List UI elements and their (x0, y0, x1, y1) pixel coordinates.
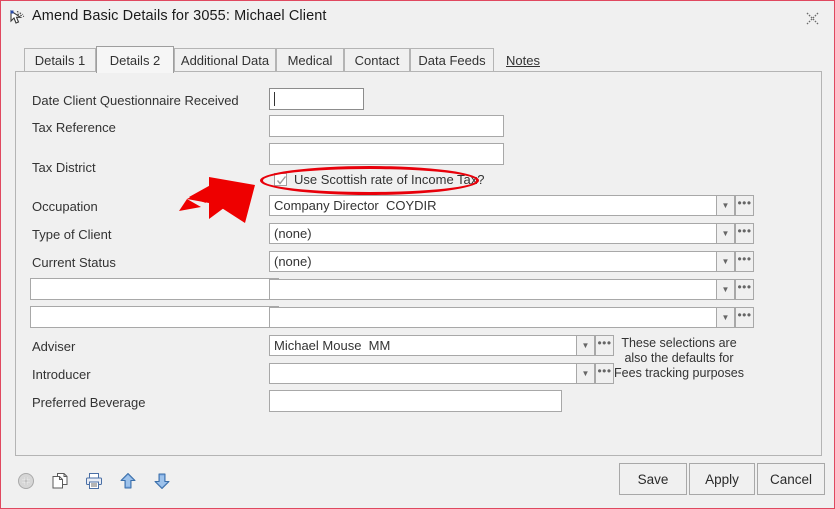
label-tax-district: Tax District (32, 160, 96, 175)
adviser-dropdown-icon[interactable]: ▼ (576, 335, 595, 356)
custom-value-1[interactable] (269, 279, 717, 300)
move-down-icon[interactable] (151, 470, 173, 492)
label-adviser: Adviser (32, 339, 75, 354)
label-type-of-client: Type of Client (32, 227, 112, 242)
custom-1-ellipsis-button[interactable]: ••• (735, 279, 754, 300)
hint-line-2: also the defaults for (604, 351, 754, 366)
chevron-down-icon: ▼ (722, 313, 730, 322)
custom-label-1-input[interactable] (30, 278, 279, 300)
tab-label: Notes (506, 53, 540, 68)
tab-details-1[interactable]: Details 1 (24, 48, 96, 72)
chevron-down-icon: ▼ (582, 341, 590, 350)
save-button-label: Save (638, 472, 669, 487)
window-title: Amend Basic Details for 3055: Michael Cl… (32, 8, 327, 24)
tab-label: Medical (288, 53, 333, 68)
type-of-client-ellipsis-button[interactable]: ••• (735, 223, 754, 244)
tax-reference-input[interactable] (269, 115, 504, 137)
introducer-dropdown-icon[interactable]: ▼ (576, 363, 595, 384)
occupation-ellipsis-button[interactable]: ••• (735, 195, 754, 216)
label-occupation: Occupation (32, 199, 98, 214)
tab-contact[interactable]: Contact (344, 48, 410, 72)
label-tax-reference: Tax Reference (32, 120, 116, 135)
custom-2-ellipsis-button[interactable]: ••• (735, 307, 754, 328)
move-up-icon[interactable] (117, 470, 139, 492)
adviser-value[interactable]: Michael Mouse MM (269, 335, 577, 356)
custom-1-dropdown-icon[interactable]: ▼ (716, 279, 735, 300)
apply-button[interactable]: Apply (689, 463, 755, 495)
current-status-combo[interactable]: (none) ▼ ••• (269, 251, 737, 272)
chevron-down-icon: ▼ (722, 285, 730, 294)
tab-medical[interactable]: Medical (276, 48, 344, 72)
custom-value-1-combo[interactable]: ▼ ••• (269, 279, 737, 300)
current-status-ellipsis-button[interactable]: ••• (735, 251, 754, 272)
chevron-down-icon: ▼ (722, 229, 730, 238)
title-bar: Amend Basic Details for 3055: Michael Cl… (2, 2, 835, 34)
hint-line-3: Fees tracking purposes (604, 366, 754, 381)
type-of-client-value[interactable]: (none) (269, 223, 717, 244)
tab-label: Details 2 (110, 53, 161, 68)
details-2-panel: Date Client Questionnaire Received Tax R… (15, 71, 822, 456)
amend-basic-details-window: Amend Basic Details for 3055: Michael Cl… (0, 0, 835, 509)
ellipsis-icon: ••• (737, 255, 751, 263)
tab-additional-data[interactable]: Additional Data (174, 48, 276, 72)
type-of-client-combo[interactable]: (none) ▼ ••• (269, 223, 737, 244)
tab-notes[interactable]: Notes (494, 48, 552, 72)
tab-label: Additional Data (181, 53, 269, 68)
introducer-combo[interactable]: ▼ ••• (269, 363, 597, 384)
date-questionnaire-input[interactable] (269, 88, 364, 110)
preferred-beverage-input[interactable] (269, 390, 562, 412)
ellipsis-icon: ••• (737, 227, 751, 235)
save-button[interactable]: Save (619, 463, 687, 495)
close-icon (806, 12, 819, 25)
tax-district-input[interactable] (269, 143, 504, 165)
label-date-questionnaire: Date Client Questionnaire Received (32, 93, 239, 108)
ellipsis-icon: ••• (737, 199, 751, 207)
scottish-tax-checkbox[interactable] (274, 173, 287, 186)
tab-label: Details 1 (35, 53, 86, 68)
chevron-down-icon: ▼ (722, 257, 730, 266)
occupation-dropdown-icon[interactable]: ▼ (716, 195, 735, 216)
scottish-tax-checkbox-row[interactable]: Use Scottish rate of Income Tax? (274, 172, 485, 187)
type-of-client-dropdown-icon[interactable]: ▼ (716, 223, 735, 244)
custom-label-2-input[interactable] (30, 306, 279, 328)
custom-2-dropdown-icon[interactable]: ▼ (716, 307, 735, 328)
tab-data-feeds[interactable]: Data Feeds (410, 48, 494, 72)
cancel-button[interactable]: Cancel (757, 463, 825, 495)
label-current-status: Current Status (32, 255, 116, 270)
text-caret (274, 92, 275, 106)
current-status-value[interactable]: (none) (269, 251, 717, 272)
custom-value-2-combo[interactable]: ▼ ••• (269, 307, 737, 328)
apply-button-label: Apply (705, 472, 739, 487)
copy-icon[interactable] (49, 470, 71, 492)
chevron-down-icon: ▼ (582, 369, 590, 378)
add-icon[interactable] (15, 470, 37, 492)
defaults-hint: These selections are also the defaults f… (604, 336, 754, 381)
label-preferred-beverage: Preferred Beverage (32, 395, 145, 410)
chevron-down-icon: ▼ (722, 201, 730, 210)
print-icon[interactable] (83, 470, 105, 492)
occupation-value[interactable]: Company Director COYDIR (269, 195, 717, 216)
close-button[interactable] (789, 2, 835, 34)
label-introducer: Introducer (32, 367, 91, 382)
hint-line-1: These selections are (604, 336, 754, 351)
occupation-combo[interactable]: Company Director COYDIR ▼ ••• (269, 195, 737, 216)
cursor-arrow-icon (8, 8, 28, 28)
ellipsis-icon: ••• (737, 283, 751, 291)
custom-value-2[interactable] (269, 307, 717, 328)
tab-details-2[interactable]: Details 2 (96, 46, 174, 73)
current-status-dropdown-icon[interactable]: ▼ (716, 251, 735, 272)
tab-label: Contact (355, 53, 400, 68)
ellipsis-icon: ••• (737, 311, 751, 319)
cancel-button-label: Cancel (770, 472, 812, 487)
checkmark-icon (276, 175, 287, 186)
adviser-combo[interactable]: Michael Mouse MM ▼ ••• (269, 335, 597, 356)
introducer-value[interactable] (269, 363, 577, 384)
tab-strip: Details 1 Details 2 Additional Data Medi… (15, 46, 823, 72)
scottish-tax-label: Use Scottish rate of Income Tax? (294, 172, 485, 187)
bottom-toolbar (15, 466, 173, 496)
tab-label: Data Feeds (418, 53, 485, 68)
